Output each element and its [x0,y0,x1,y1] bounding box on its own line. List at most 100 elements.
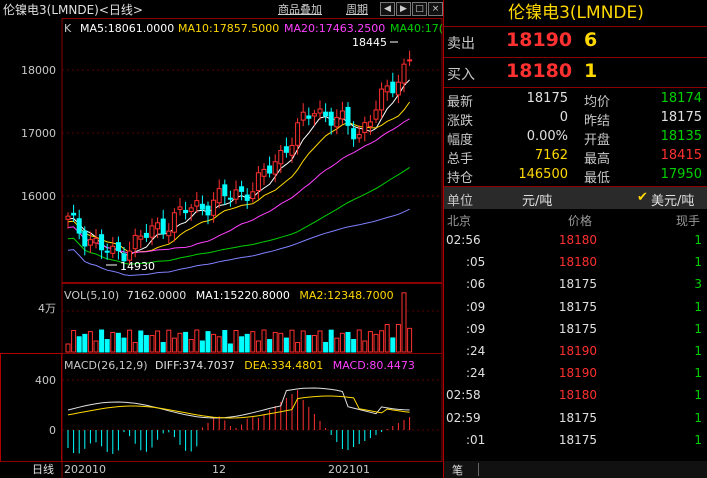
volume-bar [171,337,177,353]
candle-body [328,111,334,126]
volume-bar [295,342,301,353]
tick-vol: 1 [694,321,702,336]
candle-body [166,230,172,237]
candle-body [334,116,340,128]
candle-body [261,168,267,177]
tick-price: 18175 [558,299,597,314]
stat-label: 最新 [447,95,474,110]
volume-bar [311,335,317,353]
volume-bar [289,329,295,353]
tick-row: 02:59 18175 1 [444,408,707,430]
candle-body [177,206,183,210]
arrow-right-icon[interactable]: ▶ [396,2,411,16]
volume-bar [99,329,105,353]
tick-price: 18190 [558,344,597,358]
expand-icon[interactable]: □ [412,2,427,16]
stat-value: 7162 [534,148,568,163]
volume-bar [255,340,261,353]
candle-body [267,165,273,174]
period-label[interactable]: 日线 [32,462,54,476]
candle-body [171,212,177,233]
stat-label: 最高 [584,152,611,167]
macd-y-tick-400: 400 [35,374,56,387]
overlay-link[interactable]: 商品叠加 [278,1,322,17]
stat-label: 昨结 [584,114,611,129]
stat-value: 18415 [660,148,702,163]
volume-bar [222,330,228,353]
stats-row: 最新 18175 均价 18174 [444,90,707,110]
chart-title: 伦镍电3(LMNDE)<日线> [3,3,143,17]
tick-row: :06 18175 3 [444,274,707,296]
tick-time: 02:56 [446,233,481,247]
x-tick-12: 12 [212,463,226,476]
volume-bar [82,333,88,353]
candle-body [407,59,413,62]
x-tick-202010: 202010 [64,463,106,476]
volume-bar [283,337,289,353]
tick-row: :01 18175 1 [444,430,707,452]
ma-label-2: MA20:17463.2500 [284,22,385,35]
arrow-left-icon[interactable]: ◀ [380,2,395,16]
candle-body [104,250,110,253]
chart-canvas[interactable]: K MA5:18061.0000 MA10:17857.5000 MA20:1746… [0,18,443,478]
unit-usd[interactable]: 美元/吨 [651,190,694,209]
ticks-header-price: 价格 [568,214,593,228]
volume-bar [395,324,401,353]
candle-body [194,200,200,207]
period-link[interactable]: 周期 [346,1,368,17]
volume-bar [132,341,138,353]
tab-ticks[interactable]: 笔 [452,462,463,478]
candle-body [384,85,390,93]
candle-body [250,191,256,200]
candle-body [110,245,116,254]
close-icon[interactable]: × [428,2,443,16]
buy-label: 买入 [447,67,475,83]
tick-vol: 1 [694,299,702,314]
tick-time: :01 [466,432,486,447]
volume-bar [323,341,329,353]
candle-body [311,113,317,117]
tick-row: :24 18190 1 [444,363,707,385]
tick-time: :24 [466,344,486,358]
volume-bar [384,324,390,353]
ma-legend: MA5:18061.0000 MA10:17857.5000 MA20:17463.… [80,22,443,35]
ma-label-0: MA5:18061.0000 [80,22,174,35]
diff-line [67,387,410,419]
tick-vol: 1 [694,344,702,358]
volume-bar [177,332,183,353]
volume-bar [138,330,144,353]
candle-body [401,63,407,84]
volume-bar [317,330,323,353]
candle-body [390,81,396,94]
macd-histogram [67,390,411,454]
candle-body [295,122,301,146]
tick-price: 18175 [558,277,597,292]
sell-price[interactable]: 18190 [506,29,572,51]
stat-value: 0.00% [526,129,568,144]
buy-price[interactable]: 18180 [506,60,572,82]
candle-body [317,108,323,114]
stat-value: 146500 [518,167,568,182]
candle-body [199,203,205,210]
volume-bar [194,329,200,353]
tick-scrollbar[interactable]: 笔 [444,461,707,478]
tick-row: :09 18175 1 [444,319,707,341]
volume-bar [362,340,368,353]
vol-ma1: MA1:15220.8000 [196,289,290,302]
chart-area[interactable]: 伦镍电3(LMNDE)<日线> 商品叠加 周期 ◀ ▶ □ × K MA5:18… [0,0,443,478]
volume-bar [143,335,149,353]
stats-row: 总手 7162 最高 18415 [444,147,707,167]
volume-bar [188,339,194,353]
tick-vol: 1 [694,432,702,447]
sell-label: 卖出 [447,36,475,52]
tick-price: 18190 [558,366,597,381]
candle-body [306,115,312,119]
volume-bar [261,329,267,353]
unit-cny[interactable]: 元/吨 [522,190,552,209]
volume-bar [115,332,121,353]
volume-bar [328,329,334,353]
candle-body [93,237,99,244]
volume-bar [166,329,172,353]
stats-row: 持仓 146500 最低 17950 [444,166,707,186]
candle-body [87,239,93,246]
